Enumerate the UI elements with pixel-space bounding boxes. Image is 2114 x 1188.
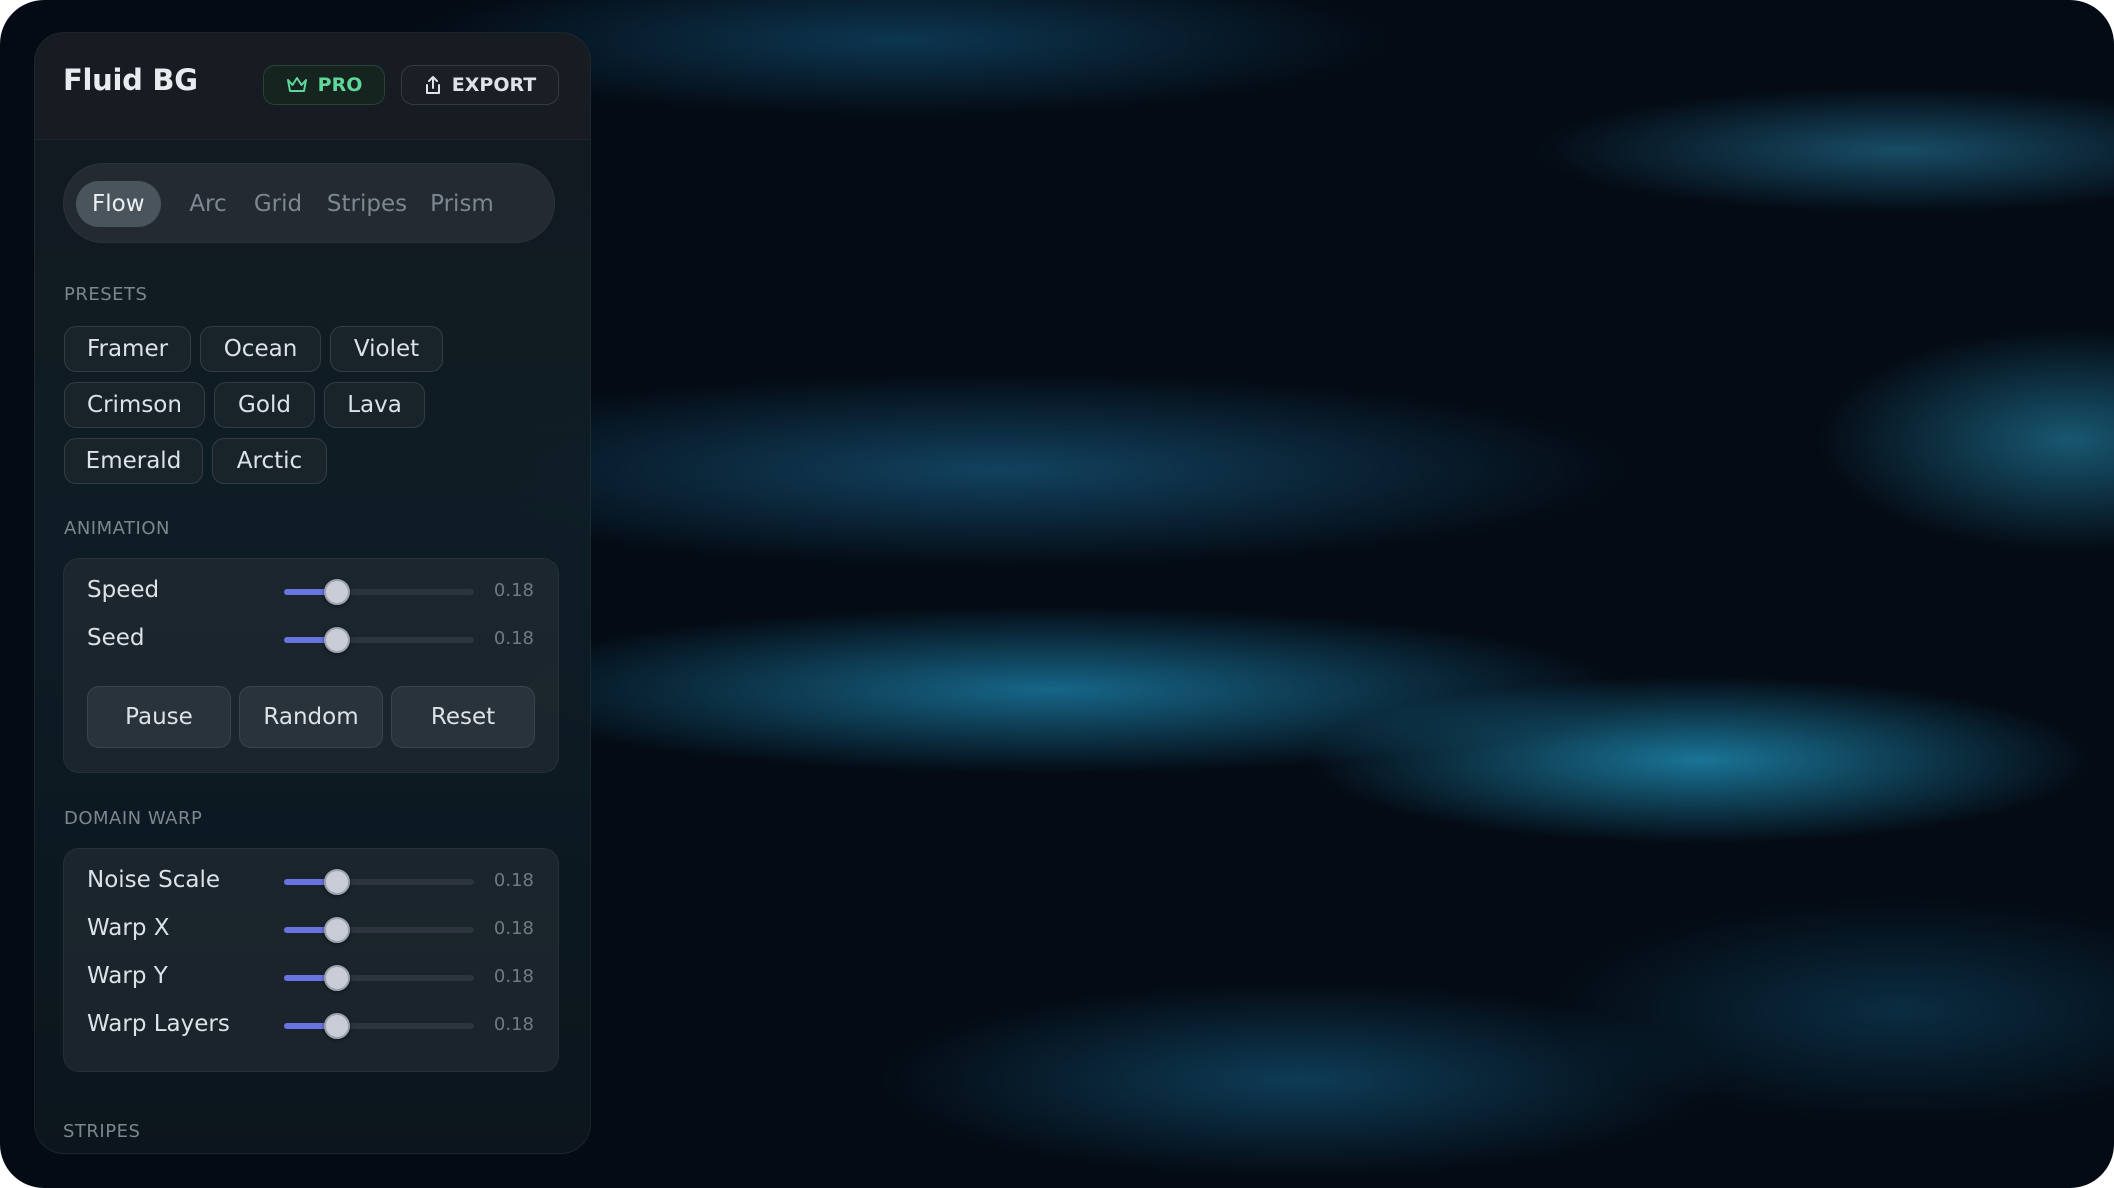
noise-scale-slider-thumb[interactable] <box>324 869 351 895</box>
warp-layers-label: Warp Layers <box>87 1011 230 1037</box>
preset-ocean[interactable]: Ocean <box>200 326 321 372</box>
panel-header: Fluid BG PRO EXPORT <box>35 33 590 140</box>
warp-x-slider[interactable] <box>284 917 474 943</box>
noise-scale-slider[interactable] <box>284 869 474 895</box>
speed-slider[interactable] <box>284 579 474 605</box>
warp-y-label: Warp Y <box>87 963 168 989</box>
warp-y-value: 0.18 <box>493 966 534 987</box>
pause-button[interactable]: Pause <box>87 686 231 748</box>
tab-arc[interactable]: Arc <box>178 181 238 227</box>
speed-label: Speed <box>87 577 160 603</box>
domain-warp-card: Noise Scale 0.18 Warp X 0.18 Warp Y 0.18… <box>63 848 559 1072</box>
presets-section-label: PRESETS <box>64 284 148 305</box>
slider-row-speed: Speed 0.18 <box>64 571 558 611</box>
slider-row-warp-x: Warp X 0.18 <box>64 909 558 949</box>
share-upload-icon <box>424 75 442 95</box>
seed-value: 0.18 <box>493 628 534 649</box>
slider-row-warp-y: Warp Y 0.18 <box>64 957 558 997</box>
preset-framer[interactable]: Framer <box>64 326 191 372</box>
seed-slider-thumb[interactable] <box>324 627 351 653</box>
animation-card: Speed 0.18 Seed 0.18 Pause Random Reset <box>63 558 559 773</box>
pro-label: PRO <box>317 74 363 96</box>
crown-icon <box>286 76 308 94</box>
slider-row-warp-layers: Warp Layers 0.18 <box>64 1005 558 1045</box>
app-title: Fluid BG <box>63 63 198 97</box>
preset-violet[interactable]: Violet <box>330 326 443 372</box>
domain-warp-section-label: DOMAIN WARP <box>64 808 203 829</box>
random-button[interactable]: Random <box>239 686 383 748</box>
pro-button[interactable]: PRO <box>263 65 385 105</box>
export-label: EXPORT <box>451 74 537 96</box>
speed-value: 0.18 <box>493 580 534 601</box>
reset-button[interactable]: Reset <box>391 686 535 748</box>
warp-x-slider-thumb[interactable] <box>324 917 351 943</box>
preset-crimson[interactable]: Crimson <box>64 382 205 428</box>
warp-layers-slider-thumb[interactable] <box>324 1013 351 1039</box>
tab-stripes[interactable]: Stripes <box>320 181 414 227</box>
control-panel: Fluid BG PRO EXPORT Flow Arc Grid Stripe… <box>34 32 591 1154</box>
seed-label: Seed <box>87 625 145 651</box>
warp-y-slider[interactable] <box>284 965 474 991</box>
noise-scale-value: 0.18 <box>493 870 534 891</box>
app-window: Fluid BG PRO EXPORT Flow Arc Grid Stripe… <box>0 0 2114 1188</box>
preset-emerald[interactable]: Emerald <box>64 438 203 484</box>
warp-x-label: Warp X <box>87 915 170 941</box>
noise-scale-label: Noise Scale <box>87 867 220 893</box>
warp-layers-value: 0.18 <box>493 1014 534 1035</box>
animation-section-label: ANIMATION <box>64 518 170 539</box>
tab-flow[interactable]: Flow <box>76 181 161 227</box>
warp-layers-slider[interactable] <box>284 1013 474 1039</box>
warp-x-value: 0.18 <box>493 918 534 939</box>
preset-gold[interactable]: Gold <box>214 382 315 428</box>
export-button[interactable]: EXPORT <box>401 65 559 105</box>
preset-arctic[interactable]: Arctic <box>212 438 327 484</box>
stripes-section-label: STRIPES <box>63 1121 141 1142</box>
tab-prism[interactable]: Prism <box>422 181 502 227</box>
preset-lava[interactable]: Lava <box>324 382 425 428</box>
mode-tabs: Flow Arc Grid Stripes Prism <box>63 163 555 243</box>
slider-row-noise-scale: Noise Scale 0.18 <box>64 861 558 901</box>
tab-grid[interactable]: Grid <box>248 181 308 227</box>
slider-row-seed: Seed 0.18 <box>64 619 558 659</box>
warp-y-slider-thumb[interactable] <box>324 965 351 991</box>
seed-slider[interactable] <box>284 627 474 653</box>
speed-slider-thumb[interactable] <box>324 579 351 605</box>
